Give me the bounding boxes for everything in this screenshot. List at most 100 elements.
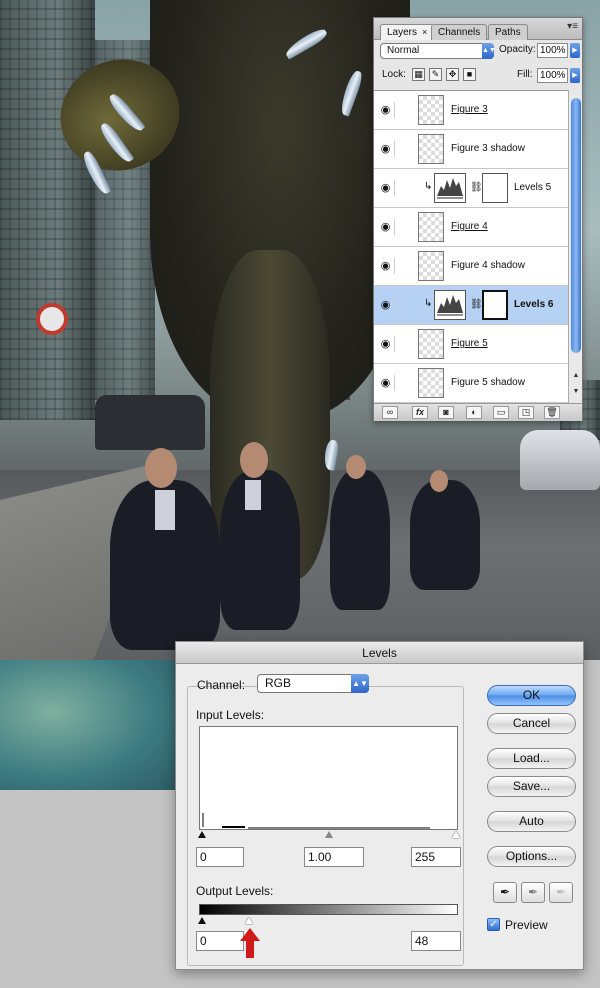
input-white-slider[interactable] — [452, 831, 460, 838]
save-button[interactable]: Save... — [487, 776, 576, 797]
histogram — [199, 726, 458, 830]
layer-name[interactable]: Levels 6 — [514, 299, 553, 310]
layer-name[interactable]: Figure 5 — [451, 338, 488, 349]
layers-panel[interactable]: Layers × Channels Paths ▾≡ Normal ▲▼ Opac… — [373, 17, 583, 421]
tab-paths[interactable]: Paths — [488, 24, 528, 40]
layer-mask-thumbnail[interactable] — [482, 290, 508, 320]
output-black-field[interactable]: 0 — [196, 931, 244, 951]
lock-transparent-icon[interactable]: ▦ — [412, 68, 425, 81]
scroll-up-icon[interactable]: ▲ — [571, 372, 581, 379]
tab-layers-label: Layers — [387, 27, 418, 38]
blend-mode-select[interactable]: Normal ▲▼ — [380, 43, 496, 59]
layer-row[interactable]: ◉ Figure 3 — [374, 91, 568, 130]
opacity-field[interactable]: 100% — [537, 43, 568, 58]
layer-mask-thumbnail[interactable] — [482, 173, 508, 203]
layer-name[interactable]: Figure 3 — [451, 104, 488, 115]
eye-icon[interactable]: ◉ — [377, 336, 395, 352]
tab-layers[interactable]: Layers × — [380, 24, 435, 40]
lock-image-icon[interactable]: ✎ — [429, 68, 442, 81]
channel-value: RGB — [265, 676, 292, 690]
input-black-slider[interactable] — [198, 831, 206, 838]
preview-label: Preview — [505, 918, 548, 932]
fill-slider-button[interactable]: ▶ — [570, 68, 580, 83]
new-layer-icon[interactable]: ◳ — [518, 406, 534, 419]
auto-button[interactable]: Auto — [487, 811, 576, 832]
eye-icon[interactable]: ◉ — [377, 375, 395, 391]
layer-row[interactable]: ◉ Figure 5 shadow — [374, 364, 568, 403]
eye-icon[interactable]: ◉ — [377, 258, 395, 274]
fx-icon[interactable]: fx — [412, 406, 428, 419]
layer-row[interactable]: ◉ Figure 3 shadow — [374, 130, 568, 169]
input-gamma-field[interactable]: 1.00 — [304, 847, 364, 867]
folder-icon[interactable]: ▭ — [493, 406, 509, 419]
gray-eyedropper-icon[interactable]: ✒ — [521, 882, 545, 903]
layer-name[interactable]: Figure 3 shadow — [451, 143, 525, 154]
clipping-arrow-icon: ↳ — [424, 181, 433, 192]
close-icon[interactable]: × — [422, 27, 427, 37]
layer-name[interactable]: Figure 4 — [451, 221, 488, 232]
layer-row[interactable]: ◉ Figure 4 shadow — [374, 247, 568, 286]
tab-channels[interactable]: Channels — [431, 24, 488, 40]
layer-thumbnail — [418, 329, 444, 359]
layer-name[interactable]: Figure 5 shadow — [451, 377, 525, 388]
tab-paths-label: Paths — [495, 27, 521, 38]
layers-bottom-bar: ∞ fx ◙ ◐ ▭ ◳ 🗑 — [374, 403, 582, 421]
runner-4 — [410, 480, 480, 590]
link-chain-icon[interactable]: ⛓ — [470, 299, 483, 310]
no-turn-sign — [36, 303, 68, 335]
eye-icon[interactable]: ◉ — [377, 141, 395, 157]
runner-3-head — [346, 455, 366, 479]
select-arrows-icon: ▲▼ — [482, 43, 496, 59]
preview-checkbox[interactable]: ✓ — [487, 918, 500, 931]
runner-1-head — [145, 448, 177, 488]
link-icon[interactable]: ∞ — [382, 406, 398, 419]
adjustment-icon[interactable]: ◐ — [466, 406, 482, 419]
input-white-field[interactable]: 255 — [411, 847, 461, 867]
histogram-graph — [202, 813, 430, 829]
opacity-slider-button[interactable]: ▶ — [570, 43, 580, 58]
scrollbar-thumb[interactable] — [571, 98, 581, 353]
eye-icon[interactable]: ◉ — [377, 180, 395, 196]
cancel-button[interactable]: Cancel — [487, 713, 576, 734]
layer-row[interactable]: ◉ Figure 5 — [374, 325, 568, 364]
eye-icon[interactable]: ◉ — [377, 102, 395, 118]
select-arrows-icon: ▲▼ — [351, 674, 369, 693]
panel-menu-icon[interactable]: ▾≡ — [567, 21, 578, 32]
options-button[interactable]: Options... — [487, 846, 576, 867]
layer-row[interactable]: ◉ ↳ ⛓ Levels 5 — [374, 169, 568, 208]
layer-list[interactable]: ◉ Figure 3 ◉ Figure 3 shadow ◉ ↳ ⛓ Level… — [374, 90, 568, 403]
trash-icon[interactable]: 🗑 — [544, 406, 560, 419]
layer-name[interactable]: Levels 5 — [514, 182, 551, 193]
output-levels-label: Output Levels: — [196, 884, 274, 898]
link-chain-icon[interactable]: ⛓ — [470, 182, 483, 193]
mask-icon[interactable]: ◙ — [438, 406, 454, 419]
load-button[interactable]: Load... — [487, 748, 576, 769]
lock-all-icon[interactable]: ■ — [463, 68, 476, 81]
runner-3 — [330, 470, 390, 610]
layer-row-selected[interactable]: ◉ ↳ ⛓ Levels 6 — [374, 286, 568, 325]
ok-button[interactable]: OK — [487, 685, 576, 706]
layer-list-scrollbar[interactable]: ▲ ▼ — [568, 90, 582, 403]
fill-field[interactable]: 100% — [537, 68, 568, 83]
layer-row[interactable]: ◉ Figure 4 — [374, 208, 568, 247]
layer-name[interactable]: Figure 4 shadow — [451, 260, 525, 271]
levels-dialog[interactable]: Levels Channel: RGB ▲▼ Input Levels: 0 1… — [175, 641, 584, 970]
runner-4-head — [430, 470, 448, 492]
eye-icon[interactable]: ◉ — [377, 219, 395, 235]
output-white-field[interactable]: 48 — [411, 931, 461, 951]
blend-mode-value: Normal — [387, 45, 420, 56]
levels-adjustment-icon — [434, 173, 466, 203]
output-white-slider[interactable] — [245, 917, 253, 924]
input-black-field[interactable]: 0 — [196, 847, 244, 867]
white-eyedropper-icon[interactable]: ✒ — [549, 882, 573, 903]
lock-position-icon[interactable]: ✥ — [446, 68, 459, 81]
eye-icon[interactable]: ◉ — [377, 297, 395, 313]
opacity-label: Opacity: — [499, 44, 536, 55]
car-right — [520, 430, 600, 490]
input-gamma-slider[interactable] — [325, 831, 333, 838]
runner-1-shirt — [155, 490, 175, 530]
output-black-slider[interactable] — [198, 917, 206, 924]
scroll-down-icon[interactable]: ▼ — [571, 388, 581, 395]
channel-select[interactable]: RGB ▲▼ — [257, 674, 369, 693]
black-eyedropper-icon[interactable]: ✒ — [493, 882, 517, 903]
